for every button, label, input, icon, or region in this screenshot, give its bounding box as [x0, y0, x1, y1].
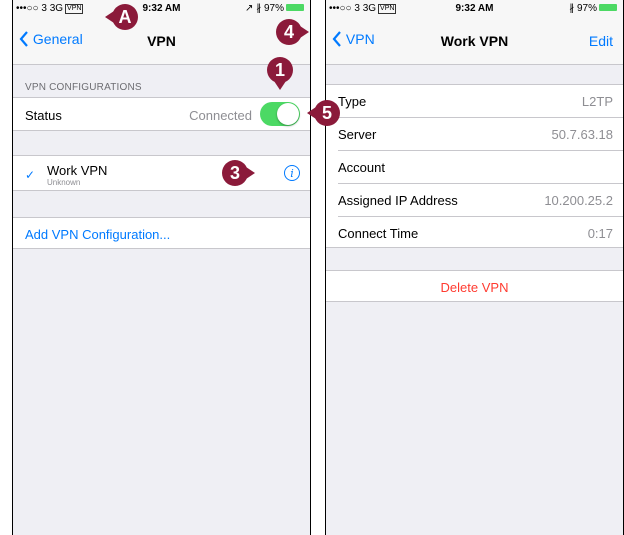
toggle-knob — [277, 103, 299, 125]
callout-1: 1 — [267, 57, 293, 90]
vpn-subtitle: Unknown — [47, 178, 81, 187]
section-header: VPN CONFIGURATIONS — [25, 82, 142, 93]
vpn-configuration-row[interactable]: ✓ Work VPN Unknown i — [13, 155, 310, 191]
add-vpn-row[interactable]: Add VPN Configuration... — [13, 217, 310, 249]
status-bar: •••○○ 3 3G VPN 9:32 AM ∦ 97% — [326, 0, 623, 18]
status-right: ↗ ∦ 97% — [245, 3, 304, 14]
detail-row-server: Server 50.7.63.18 — [326, 118, 623, 150]
page-title: Work VPN — [440, 33, 509, 49]
detail-label: Assigned IP Address — [338, 193, 458, 208]
detail-label: Connect Time — [338, 226, 419, 241]
vpn-details-group: Type L2TP Server 50.7.63.18 Account Assi… — [326, 84, 623, 248]
detail-label: Account — [338, 160, 385, 175]
detail-value: 10.200.25.2 — [544, 193, 613, 208]
detail-value: 0:17 — [587, 226, 613, 241]
delete-vpn-row[interactable]: Delete VPN — [326, 270, 623, 302]
delete-vpn-button[interactable]: Delete VPN — [326, 280, 623, 295]
detail-row-account: Account — [326, 151, 623, 183]
page-title: VPN — [147, 33, 176, 49]
vpn-detail-screen: •••○○ 3 3G VPN 9:32 AM ∦ 97% VPN Work VPN… — [325, 0, 624, 535]
vpn-name: Work VPN — [47, 163, 108, 178]
status-label: Status — [25, 108, 62, 123]
status-bar: •••○○ 3 3G VPN 9:32 AM ↗ ∦ 97% — [13, 0, 310, 18]
vpn-status-toggle[interactable] — [260, 102, 300, 126]
detail-label: Server — [338, 127, 377, 142]
battery-icon — [599, 4, 617, 11]
checkmark-icon: ✓ — [25, 168, 36, 182]
detail-label: Type — [338, 94, 367, 109]
status-right: ∦ 97% — [569, 3, 617, 14]
detail-value: L2TP — [581, 94, 613, 109]
status-row: Status Connected — [13, 97, 310, 131]
vpn-settings-screen: •••○○ 3 3G VPN 9:32 AM ↗ ∦ 97% General VP… — [12, 0, 311, 535]
detail-row-connect-time: Connect Time 0:17 — [326, 217, 623, 248]
status-value: Connected — [189, 108, 252, 123]
detail-value: 50.7.63.18 — [551, 127, 613, 142]
callout-a: A — [105, 4, 138, 30]
callout-3: 3 — [222, 160, 255, 186]
detail-row-assigned-ip: Assigned IP Address 10.200.25.2 — [326, 184, 623, 216]
navigation-bar: General VPN — [13, 18, 310, 65]
edit-button[interactable]: Edit — [589, 33, 613, 49]
callout-5: 5 — [307, 100, 340, 126]
add-vpn-configuration-link[interactable]: Add VPN Configuration... — [25, 227, 170, 242]
callout-4: 4 — [276, 19, 309, 45]
detail-row-type: Type L2TP — [326, 85, 623, 117]
navigation-bar: VPN Work VPN Edit — [326, 18, 623, 65]
info-icon[interactable]: i — [284, 165, 300, 181]
battery-icon — [286, 4, 304, 11]
